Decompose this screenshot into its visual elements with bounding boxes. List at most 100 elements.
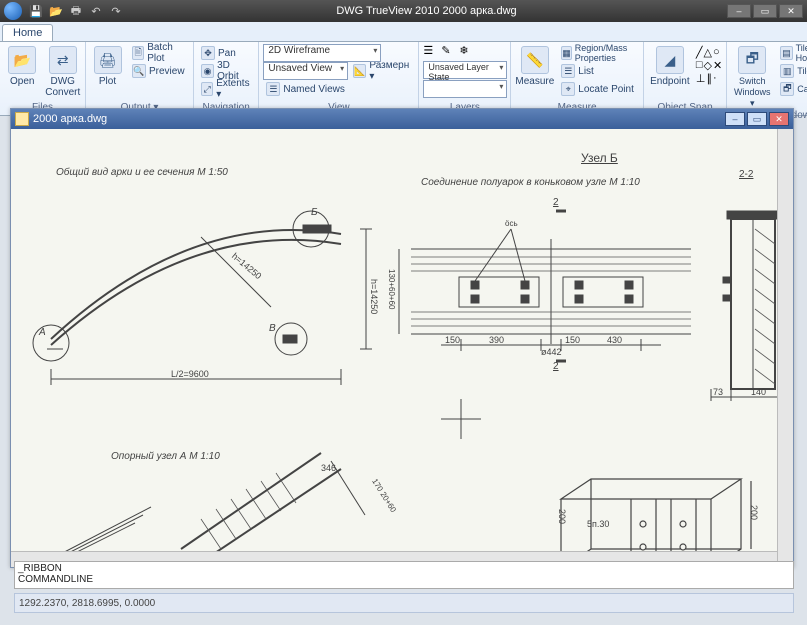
dimstyle-label: Размерн ▾ [369,60,411,82]
window-maximize-button[interactable]: ▭ [753,4,777,18]
qat-open-icon[interactable]: 📂 [48,3,64,19]
command-line-2: COMMANDLINE [18,574,790,585]
drawing-title-main: Общий вид арки и ее сечения М 1:50 [56,167,228,178]
region-props-icon: ▦ [561,46,572,60]
list-icon: ☰ [561,64,575,78]
layer-state-value: Unsaved Layer State [428,62,489,82]
visual-style-dropdown[interactable]: 2D Wireframe [263,44,381,62]
batch-plot-button[interactable]: 🗎Batch Plot [129,44,189,62]
saved-view-dropdown[interactable]: Unsaved View [263,62,348,80]
dim-150: 150 [445,335,460,345]
mark-a: А [39,327,46,338]
drawing-canvas[interactable]: Общий вид арки и ее сечения М 1:50 Узел … [11,129,793,567]
osnap-5-icon[interactable]: ◇ [704,59,712,72]
ribbon: 📂 Open ⇄ DWG Convert Files 🖨 Plot 🗎Batch… [0,42,807,116]
extents-button[interactable]: ⤢Extents ▾ [198,80,254,98]
panel-files: 📂 Open ⇄ DWG Convert Files [0,42,86,115]
dim-130: 130+60+60 [387,269,396,310]
document-titlebar[interactable]: 2000 арка.dwg – ▭ ✕ [11,109,793,129]
locate-icon: ⌖ [561,82,575,96]
dim-150b: 150 [565,335,580,345]
dim-h: h=14250 [369,279,379,314]
document-window: 2000 арка.dwg – ▭ ✕ [10,108,794,568]
dim-346: 346 [321,463,336,473]
layer-icon-3[interactable]: ❄ [459,44,475,60]
panel-view: 2D Wireframe Unsaved View 📐Размерн ▾ ☰Na… [259,42,419,115]
layer-state-dropdown[interactable]: Unsaved Layer State [423,61,507,79]
vertical-scrollbar[interactable] [777,129,793,567]
app-menu-orb[interactable] [4,2,22,20]
named-views-button[interactable]: ☰Named Views [263,80,414,98]
preview-label: Preview [149,66,185,77]
cascade-button[interactable]: 🗗Cascade [777,80,807,98]
region-props-button[interactable]: ▦Region/Mass Properties [558,44,639,62]
osnap-4-icon[interactable]: □ [696,59,703,72]
tab-home[interactable]: Home [2,24,53,41]
panel-osnap: ◢ Endpoint ╱△○ □◇✕ ⊥∥· Object Snap [644,42,727,115]
pan-icon: ✥ [201,46,215,60]
locate-point-button[interactable]: ⌖Locate Point [558,80,639,98]
drawing-sec22: 2-2 [739,169,753,180]
layer-icon-1[interactable]: ☰ [423,44,439,60]
batch-plot-label: Batch Plot [147,42,186,64]
osnap-2-icon[interactable]: △ [704,46,712,59]
layer-dropdown[interactable] [423,80,507,98]
osnap-1-icon[interactable]: ╱ [696,46,703,59]
dim-390: 390 [489,335,504,345]
command-line-1: _RIBBON [18,563,790,574]
osnap-7-icon[interactable]: ⊥ [696,72,706,85]
list-label: List [578,66,594,77]
list-button[interactable]: ☰List [558,62,639,80]
endpoint-label: Endpoint [650,76,689,87]
named-views-icon: ☰ [266,82,280,96]
named-views-label: Named Views [283,84,345,95]
osnap-9-icon[interactable]: · [713,72,717,85]
cascade-icon: 🗗 [780,82,794,96]
dim-phi: ø442 [541,347,562,357]
doc-minimize-button[interactable]: – [725,112,745,126]
dim-fsya: öсь [505,219,518,228]
window-minimize-button[interactable]: – [727,4,751,18]
switch-windows-button[interactable]: 🗗 Switch Windows ▾ [731,44,773,109]
mark-v: В [269,323,276,334]
tile-v-label: Tile Vertically [797,66,807,76]
extents-label: Extents ▾ [216,78,251,100]
app-title: DWG TrueView 2010 2000 арка.dwg [126,5,727,17]
preview-icon: 🔍 [132,64,146,78]
endpoint-icon: ◢ [656,46,684,74]
open-button[interactable]: 📂 Open [4,44,41,87]
doc-close-button[interactable]: ✕ [769,112,789,126]
plot-label: Plot [99,76,116,87]
qat-save-icon[interactable]: 💾 [28,3,44,19]
measure-button[interactable]: 📏 Measure [515,44,554,87]
dwg-convert-label: DWG Convert [45,76,82,98]
sec-2-top: 2 [553,197,559,208]
qat-redo-icon[interactable]: ↷ [108,3,124,19]
endpoint-button[interactable]: ◢ Endpoint [648,44,692,87]
sec-2-bottom: 2 [553,361,559,372]
dimstyle-dropdown[interactable]: 📐Размерн ▾ [350,62,414,80]
osnap-6-icon[interactable]: ✕ [713,59,722,72]
qat-undo-icon[interactable]: ↶ [88,3,104,19]
tile-vertical-button[interactable]: ▥Tile Vertically [777,62,807,80]
tile-h-label: Tile Horizontally [796,43,807,63]
saved-view-value: Unsaved View [268,63,332,74]
osnap-8-icon[interactable]: ∥ [706,72,712,85]
plot-button[interactable]: 🖨 Plot [90,44,125,87]
command-window[interactable]: _RIBBON COMMANDLINE [14,561,794,589]
layer-icon-2[interactable]: ✎ [441,44,457,60]
region-props-label: Region/Mass Properties [575,43,636,63]
tile-horizontal-button[interactable]: ▤Tile Horizontally [777,44,807,62]
qat-print-icon[interactable]: 🖶 [68,3,84,19]
preview-button[interactable]: 🔍Preview [129,62,189,80]
titlebar: 💾 📂 🖶 ↶ ↷ DWG TrueView 2010 2000 арка.dw… [0,0,807,22]
doc-maximize-button[interactable]: ▭ [747,112,767,126]
dim-5n30: 5п.30 [587,519,609,529]
window-close-button[interactable]: ✕ [779,4,803,18]
dim-span: L/2=9600 [171,369,209,379]
tile-v-icon: ▥ [780,64,794,78]
panel-measure: 📏 Measure ▦Region/Mass Properties ☰List … [511,42,644,115]
osnap-3-icon[interactable]: ○ [713,46,720,59]
dwg-convert-button[interactable]: ⇄ DWG Convert [45,44,82,98]
document-title: 2000 арка.dwg [33,113,107,125]
